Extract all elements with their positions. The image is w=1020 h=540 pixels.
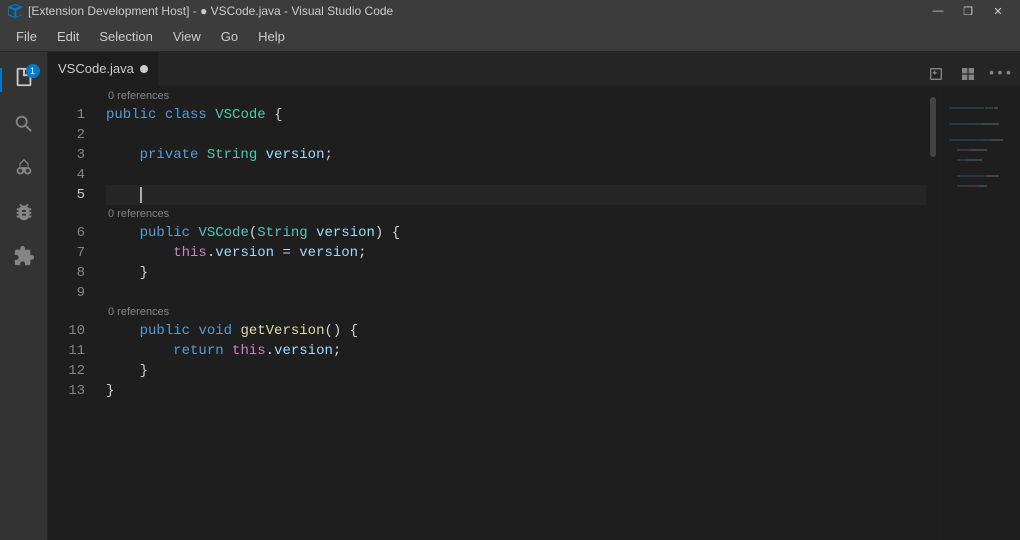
- line-numbers: 1 2 3 4 5 6 7 8 9 10 11 12 13: [48, 87, 98, 540]
- code-line-9: [106, 283, 926, 303]
- window-title: [Extension Development Host] - ● VSCode.…: [28, 4, 393, 18]
- scrollbar-thumb[interactable]: [930, 97, 936, 157]
- minimize-button[interactable]: —: [924, 0, 952, 22]
- source-control-activity-icon[interactable]: [4, 148, 44, 188]
- line-num-4: 4: [56, 165, 89, 185]
- activity-bar: 1: [0, 52, 48, 540]
- app-icon: [8, 4, 22, 18]
- tab-vscode-java[interactable]: VSCode.java: [48, 52, 159, 86]
- ref-line-6: 0 references: [106, 205, 926, 223]
- menu-selection[interactable]: Selection: [91, 25, 160, 48]
- menu-view[interactable]: View: [165, 25, 209, 48]
- layout-button[interactable]: [956, 62, 980, 86]
- maximize-button[interactable]: ❒: [954, 0, 982, 22]
- split-editor-button[interactable]: [924, 62, 948, 86]
- ref-line-1: 0 references: [106, 87, 926, 105]
- line-num-1: 1: [56, 105, 89, 125]
- line-num-10: 10: [56, 321, 89, 341]
- code-line-13: }: [106, 381, 926, 401]
- code-line-2: [106, 125, 926, 145]
- line-num-3: 3: [56, 145, 89, 165]
- title-bar: [Extension Development Host] - ● VSCode.…: [0, 0, 1020, 22]
- editor-content[interactable]: 1 2 3 4 5 6 7 8 9 10 11 12 13: [48, 87, 1020, 540]
- menu-go[interactable]: Go: [213, 25, 246, 48]
- more-actions-button[interactable]: •••: [988, 62, 1012, 86]
- code-line-6: public VSCode ( String version ) {: [106, 223, 926, 243]
- line-num-8: 8: [56, 263, 89, 283]
- code-line-11: return this . version ;: [106, 341, 926, 361]
- code-line-7: this . version = version ;: [106, 243, 926, 263]
- line-num-9: 9: [56, 283, 89, 303]
- tab-modified-dot: [140, 65, 148, 73]
- tab-bar: VSCode.java •••: [48, 52, 1020, 87]
- line-num-12: 12: [56, 361, 89, 381]
- code-line-10: public void getVersion () {: [106, 321, 926, 341]
- menu-edit[interactable]: Edit: [49, 25, 87, 48]
- scrollbar-track[interactable]: [926, 87, 940, 540]
- code-line-5: [106, 185, 926, 205]
- menu-file[interactable]: File: [8, 25, 45, 48]
- line-num-2: 2: [56, 125, 89, 145]
- line-num-5: 5: [56, 185, 89, 205]
- window-controls[interactable]: — ❒ ✕: [924, 0, 1012, 22]
- tab-label: VSCode.java: [58, 61, 134, 76]
- extensions-activity-icon[interactable]: [4, 236, 44, 276]
- search-activity-icon[interactable]: [4, 104, 44, 144]
- minimap: [940, 87, 1020, 540]
- code-line-3: private String version ;: [106, 145, 926, 165]
- line-num-7: 7: [56, 243, 89, 263]
- code-line-1: public class VSCode {: [106, 105, 926, 125]
- code-line-12: }: [106, 361, 926, 381]
- text-cursor: [140, 187, 142, 203]
- line-num-11: 11: [56, 341, 89, 361]
- ref-line-10: 0 references: [106, 303, 926, 321]
- editor-area: VSCode.java ••• 1 2 3 4: [48, 52, 1020, 540]
- close-button[interactable]: ✕: [984, 0, 1012, 22]
- code-line-4: [106, 165, 926, 185]
- code-line-8: }: [106, 263, 926, 283]
- menu-bar: File Edit Selection View Go Help: [0, 22, 1020, 52]
- code-editor[interactable]: 0 references public class VSCode { pr: [98, 87, 926, 540]
- line-num-13: 13: [56, 381, 89, 401]
- line-num-6: 6: [56, 223, 89, 243]
- explorer-activity-icon[interactable]: 1: [4, 60, 44, 100]
- notification-badge: 1: [26, 64, 40, 78]
- main-layout: 1 VSCode.java: [0, 52, 1020, 540]
- title-bar-left: [Extension Development Host] - ● VSCode.…: [8, 4, 393, 18]
- menu-help[interactable]: Help: [250, 25, 293, 48]
- debug-activity-icon[interactable]: [4, 192, 44, 232]
- tab-actions: •••: [916, 62, 1020, 86]
